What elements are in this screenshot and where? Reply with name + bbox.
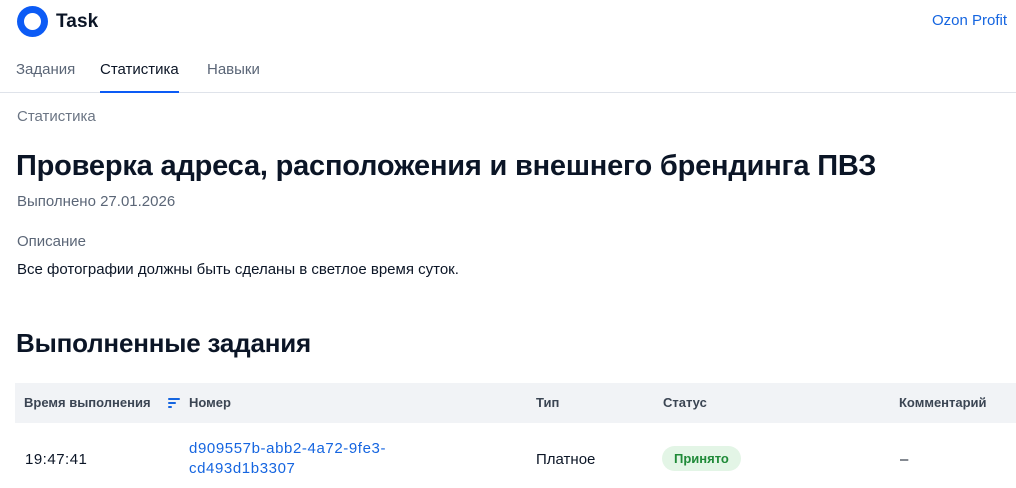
column-header-status: Статус <box>663 395 707 410</box>
sort-lines-icon[interactable] <box>168 398 180 409</box>
table-row: 19:47:41 d909557b-abb2-4a72-9fe3-cd493d1… <box>15 430 1016 488</box>
column-header-time[interactable]: Время выполнения <box>24 383 151 423</box>
logo-circle-icon <box>17 6 48 37</box>
column-header-number: Номер <box>189 395 231 410</box>
row-comment: – <box>900 451 909 468</box>
app-name: Task <box>56 10 99 32</box>
column-header-type: Тип <box>536 395 560 410</box>
page-title: Проверка адреса, расположения и внешнего… <box>16 150 877 182</box>
tab-tasks[interactable]: Задания <box>16 50 75 93</box>
tab-skills[interactable]: Навыки <box>207 50 260 93</box>
status-badge: Принято <box>662 446 741 471</box>
table-header: Время выполнения Номер Тип Статус Коммен… <box>15 383 1016 423</box>
completed-section-title: Выполненные задания <box>16 328 311 358</box>
completed-date: Выполнено 27.01.2026 <box>17 193 176 210</box>
column-header-comment: Комментарий <box>899 395 987 410</box>
row-time: 19:47:41 <box>25 451 88 468</box>
ozon-profit-link[interactable]: Ozon Profit <box>932 12 1007 29</box>
row-number-link[interactable]: d909557b-abb2-4a72-9fe3-cd493d1b3307 <box>189 439 439 479</box>
row-type: Платное <box>536 451 596 468</box>
description-text: Все фотографии должны быть сделаны в све… <box>17 261 459 278</box>
breadcrumb[interactable]: Статистика <box>17 108 96 125</box>
app-header: Task Ozon Profit <box>0 0 1016 44</box>
app-logo[interactable]: Task <box>17 6 98 37</box>
tab-statistics[interactable]: Статистика <box>100 50 179 93</box>
description-label: Описание <box>17 233 87 250</box>
nav-tabs: Задания Статистика Навыки <box>0 50 1016 93</box>
